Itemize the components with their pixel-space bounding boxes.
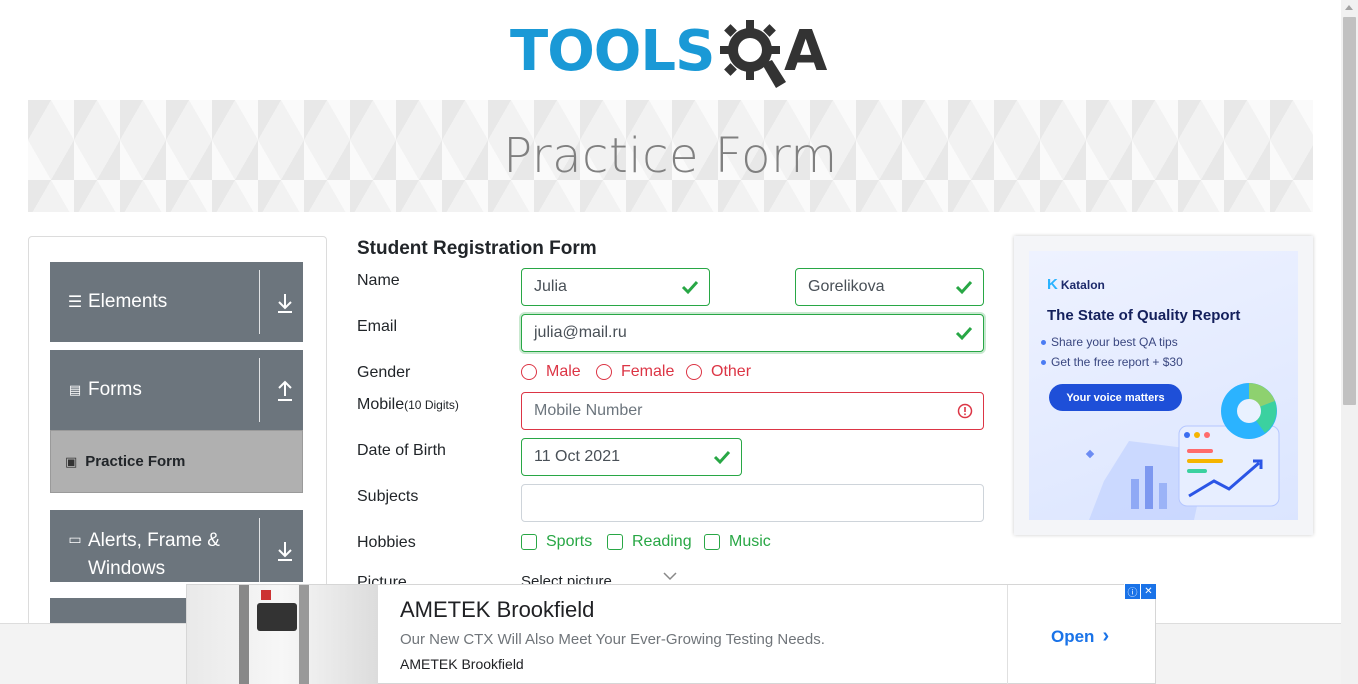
checkbox-label: Reading [632, 533, 692, 550]
bottom-ad-description: Our New CTX Will Also Meet Your Ever-Gro… [400, 631, 825, 648]
side-ad[interactable]: K Katalon The State of Quality Report Sh… [1014, 236, 1313, 535]
open-label: Open [1051, 626, 1095, 646]
checkbox-box [521, 534, 537, 550]
divider [259, 518, 260, 582]
bottom-ad-title[interactable]: AMETEK Brookfield [400, 597, 594, 623]
last-name-input[interactable]: Gorelikova [795, 268, 984, 306]
window-icon: ▭ [68, 531, 82, 547]
katalon-k-icon: K [1047, 276, 1058, 293]
divider [259, 270, 260, 334]
logo-letter-a: A [784, 19, 828, 84]
chevron-right-icon: › [1102, 625, 1110, 647]
check-icon [681, 280, 699, 295]
name-label: Name [357, 272, 400, 289]
divider [1007, 585, 1008, 684]
katalon-brand: Katalon [1060, 277, 1105, 292]
sidebar-group-alerts[interactable]: ▭ Alerts, Frame & Windows [50, 510, 303, 582]
adchoices[interactable]: ⓘ ✕ [1124, 584, 1156, 599]
gender-label: Gender [357, 364, 411, 381]
side-ad-bullet: Get the free report + $30 [1041, 355, 1183, 369]
checkbox-label: Sports [546, 533, 593, 550]
sidebar-group-label: Forms [88, 379, 142, 400]
checkbox-box [607, 534, 623, 550]
dob-value: 11 Oct 2021 [534, 448, 620, 465]
hobby-checkbox-reading[interactable]: Reading [607, 533, 692, 551]
radio-label: Male [546, 363, 581, 380]
first-name-value: Julia [534, 278, 567, 295]
page-title: Practice Form [503, 128, 838, 184]
dob-label: Date of Birth [357, 442, 446, 459]
mobile-input[interactable]: Mobile Number [521, 392, 984, 430]
chevron-down-icon [663, 572, 677, 581]
mobile-placeholder: Mobile Number [534, 402, 643, 419]
adchoices-info-icon[interactable]: ⓘ [1125, 584, 1140, 599]
gender-radio-female[interactable]: Female [596, 363, 674, 381]
sidebar-group-label: Alerts, Frame & Windows [88, 530, 220, 579]
hobby-checkbox-sports[interactable]: Sports [521, 533, 592, 551]
scroll-up-icon[interactable] [1345, 5, 1353, 10]
subjects-label: Subjects [357, 488, 419, 505]
machine-indicator [261, 590, 271, 600]
radio-label: Other [711, 363, 752, 380]
page-scrollbar[interactable] [1341, 0, 1358, 684]
hobbies-label: Hobbies [357, 534, 416, 551]
side-ad-bullet: Share your best QA tips [1041, 335, 1178, 349]
first-name-input[interactable]: Julia [521, 268, 710, 306]
machine-column [239, 585, 249, 684]
checkbox-label: Music [729, 533, 771, 550]
radio-circle [521, 364, 537, 380]
katalon-logo: K Katalon [1047, 276, 1105, 293]
sidebar-group-forms[interactable]: ▤ Forms [50, 350, 303, 430]
subjects-input[interactable] [521, 484, 984, 522]
hobby-checkbox-music[interactable]: Music [704, 533, 771, 551]
email-label: Email [357, 318, 398, 335]
dob-input[interactable]: 11 Oct 2021 [521, 438, 742, 476]
document-icon: ▤ [68, 382, 82, 397]
side-ad-title: The State of Quality Report [1047, 307, 1241, 324]
checkbox-box [704, 534, 720, 550]
mobile-hint: (10 Digits) [404, 398, 459, 412]
warning-icon [957, 403, 973, 419]
bottom-ad-open-button[interactable]: Open › [1051, 625, 1109, 648]
radio-circle [596, 364, 612, 380]
bottom-ad[interactable]: AMETEK Brookfield Our New CTX Will Also … [186, 584, 1156, 684]
radio-label: Female [621, 363, 675, 380]
last-name-value: Gorelikova [808, 278, 885, 295]
check-icon [955, 280, 973, 295]
radio-circle [686, 364, 702, 380]
sidebar-item-practice-form[interactable]: ▣ Practice Form [50, 430, 303, 493]
side-ad-creative: K Katalon The State of Quality Report Sh… [1029, 251, 1298, 520]
machine-head [257, 603, 297, 631]
sidebar-group-label: Elements [88, 291, 168, 312]
sidebar-item-label: Practice Form [85, 453, 186, 470]
check-icon [713, 450, 731, 465]
download-arrow-icon [278, 294, 292, 313]
sidebar: ☰ Elements ▤ Forms ▣ Practice Form ▭ Ale… [28, 236, 327, 638]
toolsqa-logo[interactable]: TOOLS A [510, 16, 840, 92]
logo-text: TOOLS [510, 19, 715, 84]
page-banner: Practice Form [28, 100, 1313, 212]
mobile-label-text: Mobile [357, 396, 405, 413]
bottom-ad-brand: AMETEK Brookfield [400, 656, 524, 672]
gender-radio-other[interactable]: Other [686, 363, 751, 381]
machine-column [299, 585, 309, 684]
form-title: Student Registration Form [357, 238, 597, 259]
scrollbar-thumb[interactable] [1343, 17, 1356, 405]
form-icon: ▣ [65, 453, 78, 469]
bottom-ad-image [187, 585, 378, 684]
check-icon [955, 326, 973, 341]
mobile-label: Mobile(10 Digits) [357, 396, 459, 414]
page: TOOLS A Practice Form ☰ Elements ▤ Forms… [0, 0, 1358, 684]
download-arrow-icon [278, 542, 292, 561]
close-ad-icon[interactable]: ✕ [1141, 584, 1156, 599]
gender-radio-male[interactable]: Male [521, 363, 581, 381]
hamburger-icon: ☰ [67, 294, 83, 311]
email-value: julia@mail.ru [534, 324, 627, 341]
analytics-illustration-icon [1085, 383, 1280, 520]
email-input[interactable]: julia@mail.ru [521, 314, 984, 352]
divider [259, 358, 260, 422]
sidebar-group-elements[interactable]: ☰ Elements [50, 262, 303, 342]
upload-arrow-icon [278, 380, 292, 401]
